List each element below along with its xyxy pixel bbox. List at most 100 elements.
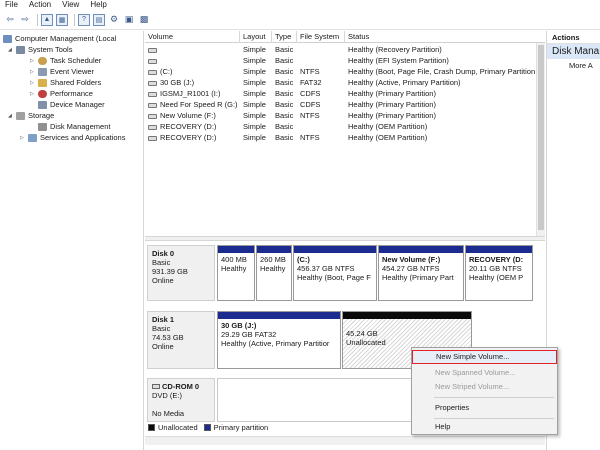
cell-type: Basic: [275, 133, 294, 142]
computer-icon: [3, 34, 12, 43]
tree-item-services-applications[interactable]: ▷ Services and Applications: [20, 132, 125, 143]
menu-bar: File Action View Help: [0, 0, 600, 10]
cell-layout: Simple: [243, 67, 266, 76]
cell-status: Healthy (OEM Partition): [348, 122, 428, 131]
properties-icon[interactable]: ▤: [93, 13, 105, 26]
column-header-layout[interactable]: Layout: [240, 31, 272, 43]
disk-0-partition-d[interactable]: RECOVERY (D: 20.11 GB NTFS Healthy (OEM P: [465, 245, 533, 301]
device-manager-icon: [38, 100, 47, 109]
cell-file-system: FAT32: [300, 78, 322, 87]
disk-settings-icon[interactable]: ⚙: [108, 14, 120, 26]
disk-1-size: 74.53 GB: [152, 333, 184, 342]
menu-item-new-striped-volume[interactable]: New Striped Volume...: [412, 380, 557, 394]
disk-0-name: Disk 0: [152, 249, 175, 258]
actions-disk-management[interactable]: Disk Mana: [547, 44, 600, 59]
cell-layout: Simple: [243, 133, 266, 142]
clock-icon: [38, 56, 47, 65]
tree-item-storage[interactable]: ◢ Storage: [8, 110, 54, 121]
volume-icon: [148, 135, 157, 141]
tree-item-computer-management[interactable]: Computer Management (Local: [3, 33, 116, 44]
cell-layout: Simple: [243, 100, 266, 109]
table-row[interactable]: Simple Basic Healthy (EFI System Partiti…: [145, 55, 545, 66]
expand-icon[interactable]: ▷: [30, 80, 36, 86]
table-row[interactable]: Simple Basic Healthy (Recovery Partition…: [145, 44, 545, 55]
collapse-icon[interactable]: ◢: [8, 113, 14, 119]
view-icon[interactable]: ▩: [138, 14, 150, 26]
actions-more[interactable]: More A: [547, 59, 600, 72]
disk-map-scrollbar[interactable]: [145, 436, 545, 445]
table-row[interactable]: 30 GB (J:) Simple Basic FAT32 Healthy (A…: [145, 77, 545, 88]
up-folder-icon[interactable]: ▲: [41, 13, 53, 26]
disk-0-label[interactable]: Disk 0 Basic 931.39 GB Online: [147, 245, 215, 301]
cdrom-icon: [152, 384, 160, 389]
cell-type: Basic: [275, 89, 294, 98]
column-header-volume[interactable]: Volume: [145, 31, 240, 43]
tree-item-system-tools[interactable]: ◢ System Tools: [8, 44, 72, 55]
back-icon[interactable]: ⇦: [4, 14, 16, 26]
disk-0-partition-recovery[interactable]: 400 MB Healthy: [217, 245, 255, 301]
disk-1-label[interactable]: Disk 1 Basic 74.53 GB Online: [147, 311, 215, 369]
disk-0-partition-c[interactable]: (C:) 456.37 GB NTFS Healthy (Boot, Page F: [293, 245, 377, 301]
cell-type: Basic: [275, 56, 294, 65]
expand-icon[interactable]: ▷: [30, 58, 36, 64]
table-row[interactable]: RECOVERY (D:) Simple Basic Healthy (OEM …: [145, 121, 545, 132]
menu-item-properties[interactable]: Properties: [412, 401, 557, 415]
primary-partition-bar: [218, 246, 254, 253]
menu-action[interactable]: Action: [24, 0, 57, 10]
context-menu: New Simple Volume... New Spanned Volume.…: [411, 347, 558, 435]
services-icon: [28, 133, 37, 142]
shared-folder-icon: [38, 78, 47, 87]
column-header-file-system[interactable]: File System: [297, 31, 345, 43]
table-row[interactable]: IGSMJ_R1001 (I:) Simple Basic CDFS Healt…: [145, 88, 545, 99]
tree-item-performance[interactable]: ▷ Performance: [30, 88, 93, 99]
actions-header: Actions: [547, 31, 600, 44]
expand-icon[interactable]: ▷: [30, 69, 36, 75]
navigation-tree: Computer Management (Local ◢ System Tool…: [0, 31, 144, 450]
disk-0-partition-f[interactable]: New Volume (F:) 454.27 GB NTFS Healthy (Pr…: [378, 245, 464, 301]
help-icon[interactable]: ?: [78, 13, 90, 26]
cell-file-system: NTFS: [300, 67, 320, 76]
menu-separator: [434, 397, 554, 398]
menu-view[interactable]: View: [57, 0, 85, 10]
table-row[interactable]: RECOVERY (D:) Simple Basic NTFS Healthy …: [145, 132, 545, 143]
column-header-type[interactable]: Type: [272, 31, 297, 43]
menu-help[interactable]: Help: [85, 0, 112, 10]
disk-0-partition-efi[interactable]: 260 MB Healthy: [256, 245, 292, 301]
expand-icon[interactable]: ▷: [20, 135, 26, 141]
legend-unallocated: Unallocated: [158, 422, 198, 432]
primary-swatch: [203, 423, 211, 431]
tree-item-device-manager[interactable]: Device Manager: [38, 99, 105, 110]
toolbar-divider: [74, 13, 75, 26]
refresh-disk-icon[interactable]: ▣: [123, 14, 135, 26]
forward-icon[interactable]: ⇨: [19, 14, 31, 26]
tree-item-event-viewer[interactable]: ▷ Event Viewer: [30, 66, 94, 77]
cell-status: Healthy (Recovery Partition): [348, 45, 442, 54]
cell-status: Healthy (Primary Partition): [348, 100, 436, 109]
expand-icon[interactable]: ▷: [30, 91, 36, 97]
disk-1-state: Online: [152, 342, 174, 351]
show-hide-tree-icon[interactable]: ▦: [56, 13, 68, 26]
collapse-icon[interactable]: ◢: [8, 47, 14, 53]
cell-status: Healthy (EFI System Partition): [348, 56, 449, 65]
table-row[interactable]: Need For Speed R (G:) Simple Basic CDFS …: [145, 99, 545, 110]
cell-layout: Simple: [243, 45, 266, 54]
menu-file[interactable]: File: [0, 0, 24, 10]
disk-1-partition-j[interactable]: 30 GB (J:) 29.29 GB FAT32 Healthy (Active,…: [217, 311, 341, 369]
cell-layout: Simple: [243, 111, 266, 120]
menu-item-new-simple-volume[interactable]: New Simple Volume...: [412, 350, 557, 364]
table-row[interactable]: New Volume (F:) Simple Basic NTFS Health…: [145, 110, 545, 121]
column-header-status[interactable]: Status: [345, 31, 545, 43]
tree-item-disk-management[interactable]: Disk Management: [38, 121, 110, 132]
performance-icon: [38, 89, 47, 98]
menu-item-new-spanned-volume[interactable]: New Spanned Volume...: [412, 366, 557, 380]
volume-list-scrollbar[interactable]: [536, 43, 545, 236]
primary-partition-bar: [379, 246, 463, 253]
tree-item-task-scheduler[interactable]: ▷ Task Scheduler: [30, 55, 101, 66]
cdrom-0-label[interactable]: CD-ROM 0 DVD (E:) No Media: [147, 378, 215, 422]
menu-item-help[interactable]: Help: [412, 420, 557, 434]
volume-icon: [148, 124, 157, 130]
tree-item-shared-folders[interactable]: ▷ Shared Folders: [30, 77, 101, 88]
table-row[interactable]: (C:) Simple Basic NTFS Healthy (Boot, Pa…: [145, 66, 545, 77]
scrollbar-thumb[interactable]: [538, 45, 544, 230]
cell-layout: Simple: [243, 78, 266, 87]
